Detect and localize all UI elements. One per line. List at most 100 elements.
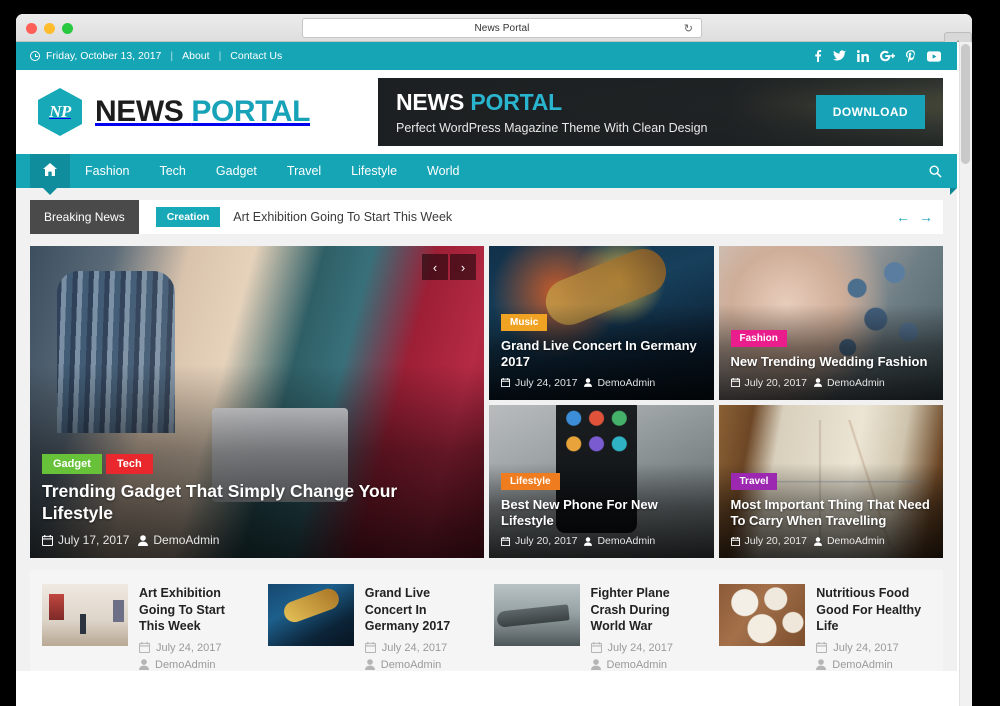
featured-travel-author-text: DemoAdmin — [826, 535, 885, 547]
window-controls[interactable] — [26, 23, 73, 34]
featured-main-post[interactable]: ‹ › Gadget Tech Trending Gadget That Simp… — [30, 246, 484, 558]
banner-subtitle: Perfect WordPress Magazine Theme With Cl… — [396, 120, 708, 135]
slider-controls: ‹ › — [422, 254, 476, 280]
strip-author: DemoAdmin — [816, 659, 931, 671]
featured-post-lifestyle[interactable]: Lifestyle Best New Phone For New Lifesty… — [489, 404, 714, 558]
user-icon — [584, 536, 593, 546]
featured-lifestyle-meta: July 20, 2017 DemoAdmin — [501, 535, 702, 547]
logo-hexagon-icon: NP — [38, 88, 82, 136]
featured-posts-grid: ‹ › Gadget Tech Trending Gadget That Simp… — [30, 246, 943, 558]
strip-author-text: DemoAdmin — [155, 658, 216, 671]
featured-music-title[interactable]: Grand Live Concert In Germany 2017 — [501, 338, 702, 371]
site-title: NEWS PORTAL — [95, 95, 310, 129]
featured-post-fashion[interactable]: Fashion New Trending Wedding Fashion Jul… — [718, 246, 943, 400]
minimize-window-button[interactable] — [44, 23, 55, 34]
featured-row-bottom: Lifestyle Best New Phone For New Lifesty… — [489, 404, 943, 558]
list-item[interactable]: Fighter Plane Crash During World War Jul… — [493, 584, 706, 671]
strip-text-block: Grand Live Concert In Germany 2017 July … — [364, 584, 480, 671]
nav-item-world[interactable]: World — [412, 154, 474, 188]
clock-icon — [30, 51, 40, 61]
site-title-part2: PORTAL — [191, 95, 311, 128]
strip-author-text: DemoAdmin — [380, 658, 442, 671]
breaking-next-arrow-icon[interactable]: → — [919, 209, 933, 225]
strip-text-block: Fighter Plane Crash During World War Jul… — [590, 584, 706, 671]
strip-title[interactable]: Grand Live Concert In Germany 2017 — [365, 585, 480, 635]
calendar-icon — [816, 642, 828, 653]
calendar-icon — [730, 378, 740, 387]
featured-main-body: Gadget Tech Trending Gadget That Simply C… — [30, 444, 484, 558]
slider-next-button[interactable]: › — [450, 254, 476, 280]
featured-travel-title[interactable]: Most Important Thing That Need To Carry … — [731, 497, 932, 530]
close-window-button[interactable] — [26, 23, 37, 34]
strip-title[interactable]: Nutritious Food Good For Healthy Life — [816, 585, 931, 635]
nav-item-gadget[interactable]: Gadget — [201, 154, 272, 188]
list-item[interactable]: Art Exhibition Going To Start This Week … — [42, 584, 254, 671]
banner-title-part2: PORTAL — [470, 89, 563, 116]
strip-title[interactable]: Fighter Plane Crash During World War — [591, 585, 706, 635]
badge-gadget[interactable]: Gadget — [42, 454, 102, 475]
site-header: NP NEWS PORTAL NEWS PORTAL Perfect WordP… — [16, 70, 957, 154]
page-viewport: Friday, October 13, 2017 | About | Conta… — [16, 42, 972, 706]
user-icon — [816, 659, 827, 670]
topbar-link-about[interactable]: About — [182, 50, 209, 62]
list-item[interactable]: Grand Live Concert In Germany 2017 July … — [267, 584, 480, 671]
user-icon — [139, 659, 149, 670]
latest-posts-strip: Art Exhibition Going To Start This Week … — [30, 570, 943, 671]
nav-item-lifestyle[interactable]: Lifestyle — [336, 154, 412, 188]
strip-title[interactable]: Art Exhibition Going To Start This Week — [139, 585, 254, 635]
featured-fashion-author: DemoAdmin — [813, 377, 885, 389]
featured-fashion-title[interactable]: New Trending Wedding Fashion — [731, 354, 932, 370]
slider-prev-button[interactable]: ‹ — [422, 254, 448, 280]
badge-travel[interactable]: Travel — [730, 472, 778, 490]
page-scrollbar[interactable] — [959, 42, 972, 706]
breaking-news-headline[interactable]: Art Exhibition Going To Start This Week — [233, 210, 452, 224]
page-content: Breaking News Creation Art Exhibition Go… — [16, 188, 957, 671]
featured-main-author: DemoAdmin — [138, 533, 219, 547]
user-icon — [364, 659, 375, 670]
browser-tab[interactable]: News Portal ↻ — [302, 18, 702, 38]
googleplus-icon[interactable] — [880, 50, 895, 62]
featured-lifestyle-title[interactable]: Best New Phone For New Lifestyle — [501, 497, 702, 530]
featured-main-date-text: July 17, 2017 — [58, 533, 130, 547]
nav-item-travel[interactable]: Travel — [272, 154, 336, 188]
featured-side-column: Music Grand Live Concert In Germany 2017… — [489, 246, 943, 558]
pinterest-icon[interactable] — [906, 49, 916, 63]
badge-fashion[interactable]: Fashion — [730, 330, 787, 348]
site-title-part1: NEWS — [95, 95, 192, 128]
nav-item-fashion[interactable]: Fashion — [70, 154, 144, 188]
breaking-news-category-badge[interactable]: Creation — [155, 207, 221, 227]
strip-meta: July 24, 2017 DemoAdmin — [816, 642, 931, 671]
search-icon[interactable] — [914, 154, 957, 195]
badge-tech[interactable]: Tech — [105, 454, 153, 475]
breaking-prev-arrow-icon[interactable]: ← — [896, 209, 910, 225]
banner-download-button[interactable]: DOWNLOAD — [815, 95, 925, 129]
main-navigation: Fashion Tech Gadget Travel Lifestyle Wor… — [16, 154, 957, 195]
featured-post-travel[interactable]: Travel Most Important Thing That Need To… — [718, 404, 943, 558]
nav-item-home[interactable] — [30, 154, 70, 188]
topbar-link-contact-us[interactable]: Contact Us — [230, 50, 282, 62]
linkedin-icon[interactable] — [857, 50, 869, 62]
topbar-separator-1: | — [170, 50, 174, 62]
youtube-icon[interactable] — [927, 50, 941, 62]
logo-monogram: NP — [49, 102, 71, 121]
user-icon — [813, 536, 822, 546]
facebook-icon[interactable] — [814, 50, 822, 62]
reload-icon[interactable]: ↻ — [684, 22, 693, 35]
maximize-window-button[interactable] — [62, 23, 73, 34]
site-logo[interactable]: NP NEWS PORTAL — [38, 88, 310, 136]
badge-lifestyle[interactable]: Lifestyle — [501, 472, 560, 490]
featured-lifestyle-author: DemoAdmin — [584, 535, 655, 547]
featured-main-title[interactable]: Trending Gadget That Simply Change Your … — [42, 481, 472, 525]
strip-text-block: Art Exhibition Going To Start This Week … — [139, 584, 254, 671]
featured-main-meta: July 17, 2017 DemoAdmin — [42, 533, 472, 547]
calendar-icon — [42, 534, 53, 546]
nav-item-tech[interactable]: Tech — [144, 154, 200, 188]
list-item[interactable]: Nutritious Food Good For Healthy Life Ju… — [719, 584, 931, 671]
header-banner-ad[interactable]: NEWS PORTAL Perfect WordPress Magazine T… — [378, 78, 943, 146]
scrollbar-thumb[interactable] — [961, 44, 970, 164]
badge-music[interactable]: Music — [501, 314, 548, 331]
twitter-icon[interactable] — [833, 50, 846, 62]
strip-author-text: DemoAdmin — [832, 658, 893, 671]
featured-post-music[interactable]: Music Grand Live Concert In Germany 2017… — [489, 246, 714, 400]
user-icon — [584, 378, 593, 387]
